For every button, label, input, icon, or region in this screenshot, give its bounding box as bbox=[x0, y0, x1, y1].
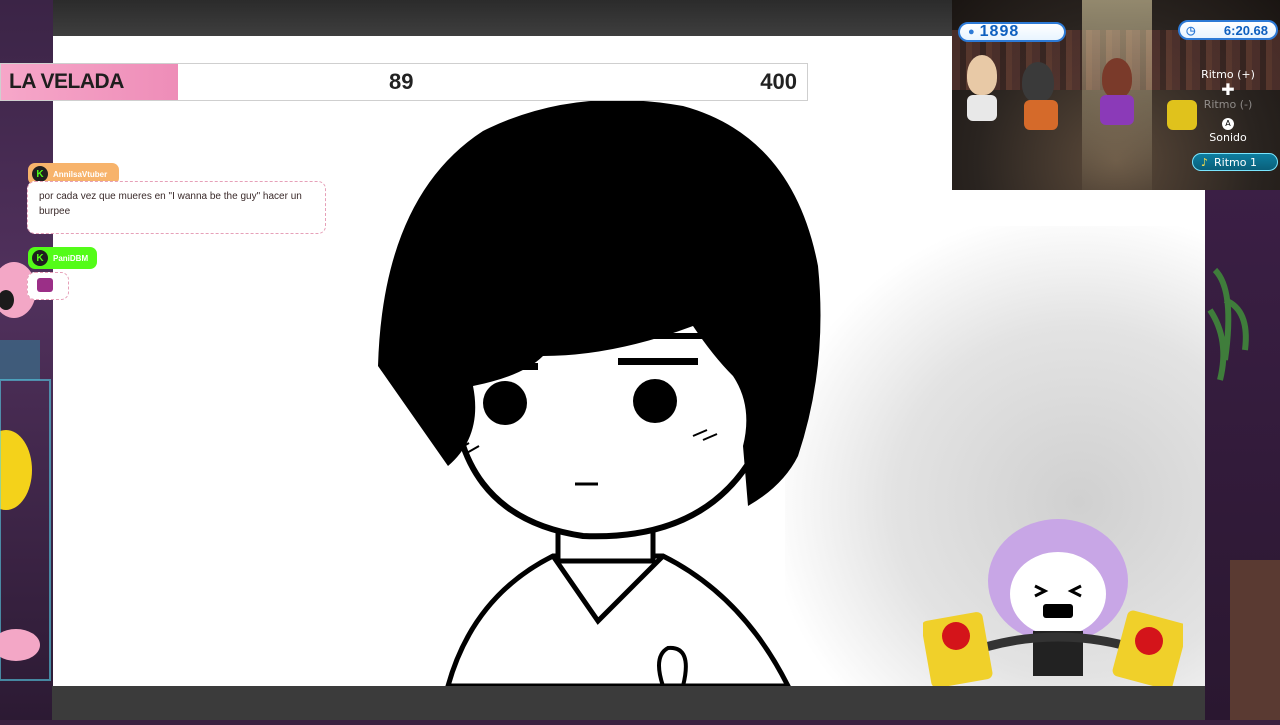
mascot-drawing bbox=[921, 519, 1188, 686]
wii-timer: ◷ 6:20.68 bbox=[1178, 20, 1278, 40]
wii-dance-game-overlay: ● 1898 ◷ 6:20.68 Ritmo (+) ✚ Ritmo (-) A… bbox=[952, 0, 1280, 190]
plant-decoration bbox=[1207, 267, 1280, 720]
a-button-icon: A bbox=[1184, 116, 1272, 130]
left-decoration bbox=[0, 0, 53, 720]
mii-body bbox=[967, 95, 997, 121]
velada-title: LA VELADA bbox=[1, 64, 178, 100]
ritmo-level-pill: ♪ Ritmo 1 bbox=[1192, 153, 1278, 171]
mii-character bbox=[1102, 58, 1132, 98]
velada-current-value: 89 bbox=[389, 69, 414, 94]
ritmo-level-value: Ritmo 1 bbox=[1214, 155, 1257, 169]
sonido-label: Sonido bbox=[1209, 131, 1247, 144]
arcade-decoration bbox=[0, 262, 51, 681]
mii-character bbox=[1022, 62, 1054, 102]
chat-message-2 bbox=[27, 272, 69, 300]
chat-message-1: por cada vez que mueres en "I wanna be t… bbox=[27, 181, 326, 234]
chat-message-text: por cada vez que mueres en "I wanna be t… bbox=[39, 191, 302, 217]
right-decoration bbox=[1205, 190, 1280, 720]
velada-progress-widget: LA VELADA 89 400 bbox=[0, 63, 808, 101]
wii-timer-value: 6:20.68 bbox=[1223, 22, 1268, 38]
chat-username-2: K PaniDBM bbox=[28, 247, 97, 269]
stream-top-bar bbox=[52, 0, 952, 36]
kick-icon: K bbox=[32, 250, 48, 266]
wii-score: ● 1898 bbox=[958, 22, 1066, 42]
foot-icon: ● bbox=[968, 26, 976, 38]
chat-username-text: AnnilsaVtuber bbox=[53, 169, 108, 179]
wii-score-value: 1898 bbox=[979, 23, 1020, 40]
chat-username-text: PaniDBM bbox=[53, 253, 89, 263]
clock-icon: ◷ bbox=[1186, 24, 1196, 37]
emote-icon bbox=[37, 278, 53, 292]
mii-body bbox=[1100, 95, 1134, 125]
music-note-icon: ♪ bbox=[1201, 155, 1209, 169]
mii-body bbox=[1024, 100, 1058, 130]
ritmo-down-label: Ritmo (-) bbox=[1203, 98, 1253, 111]
kick-icon: K bbox=[32, 166, 48, 182]
mii-character bbox=[967, 55, 997, 95]
velada-goal-value: 400 bbox=[760, 69, 797, 94]
stream-bottom-bar bbox=[52, 686, 1205, 720]
dpad-icon: ✚ bbox=[1221, 80, 1235, 99]
mascot-avatar bbox=[921, 506, 1188, 686]
